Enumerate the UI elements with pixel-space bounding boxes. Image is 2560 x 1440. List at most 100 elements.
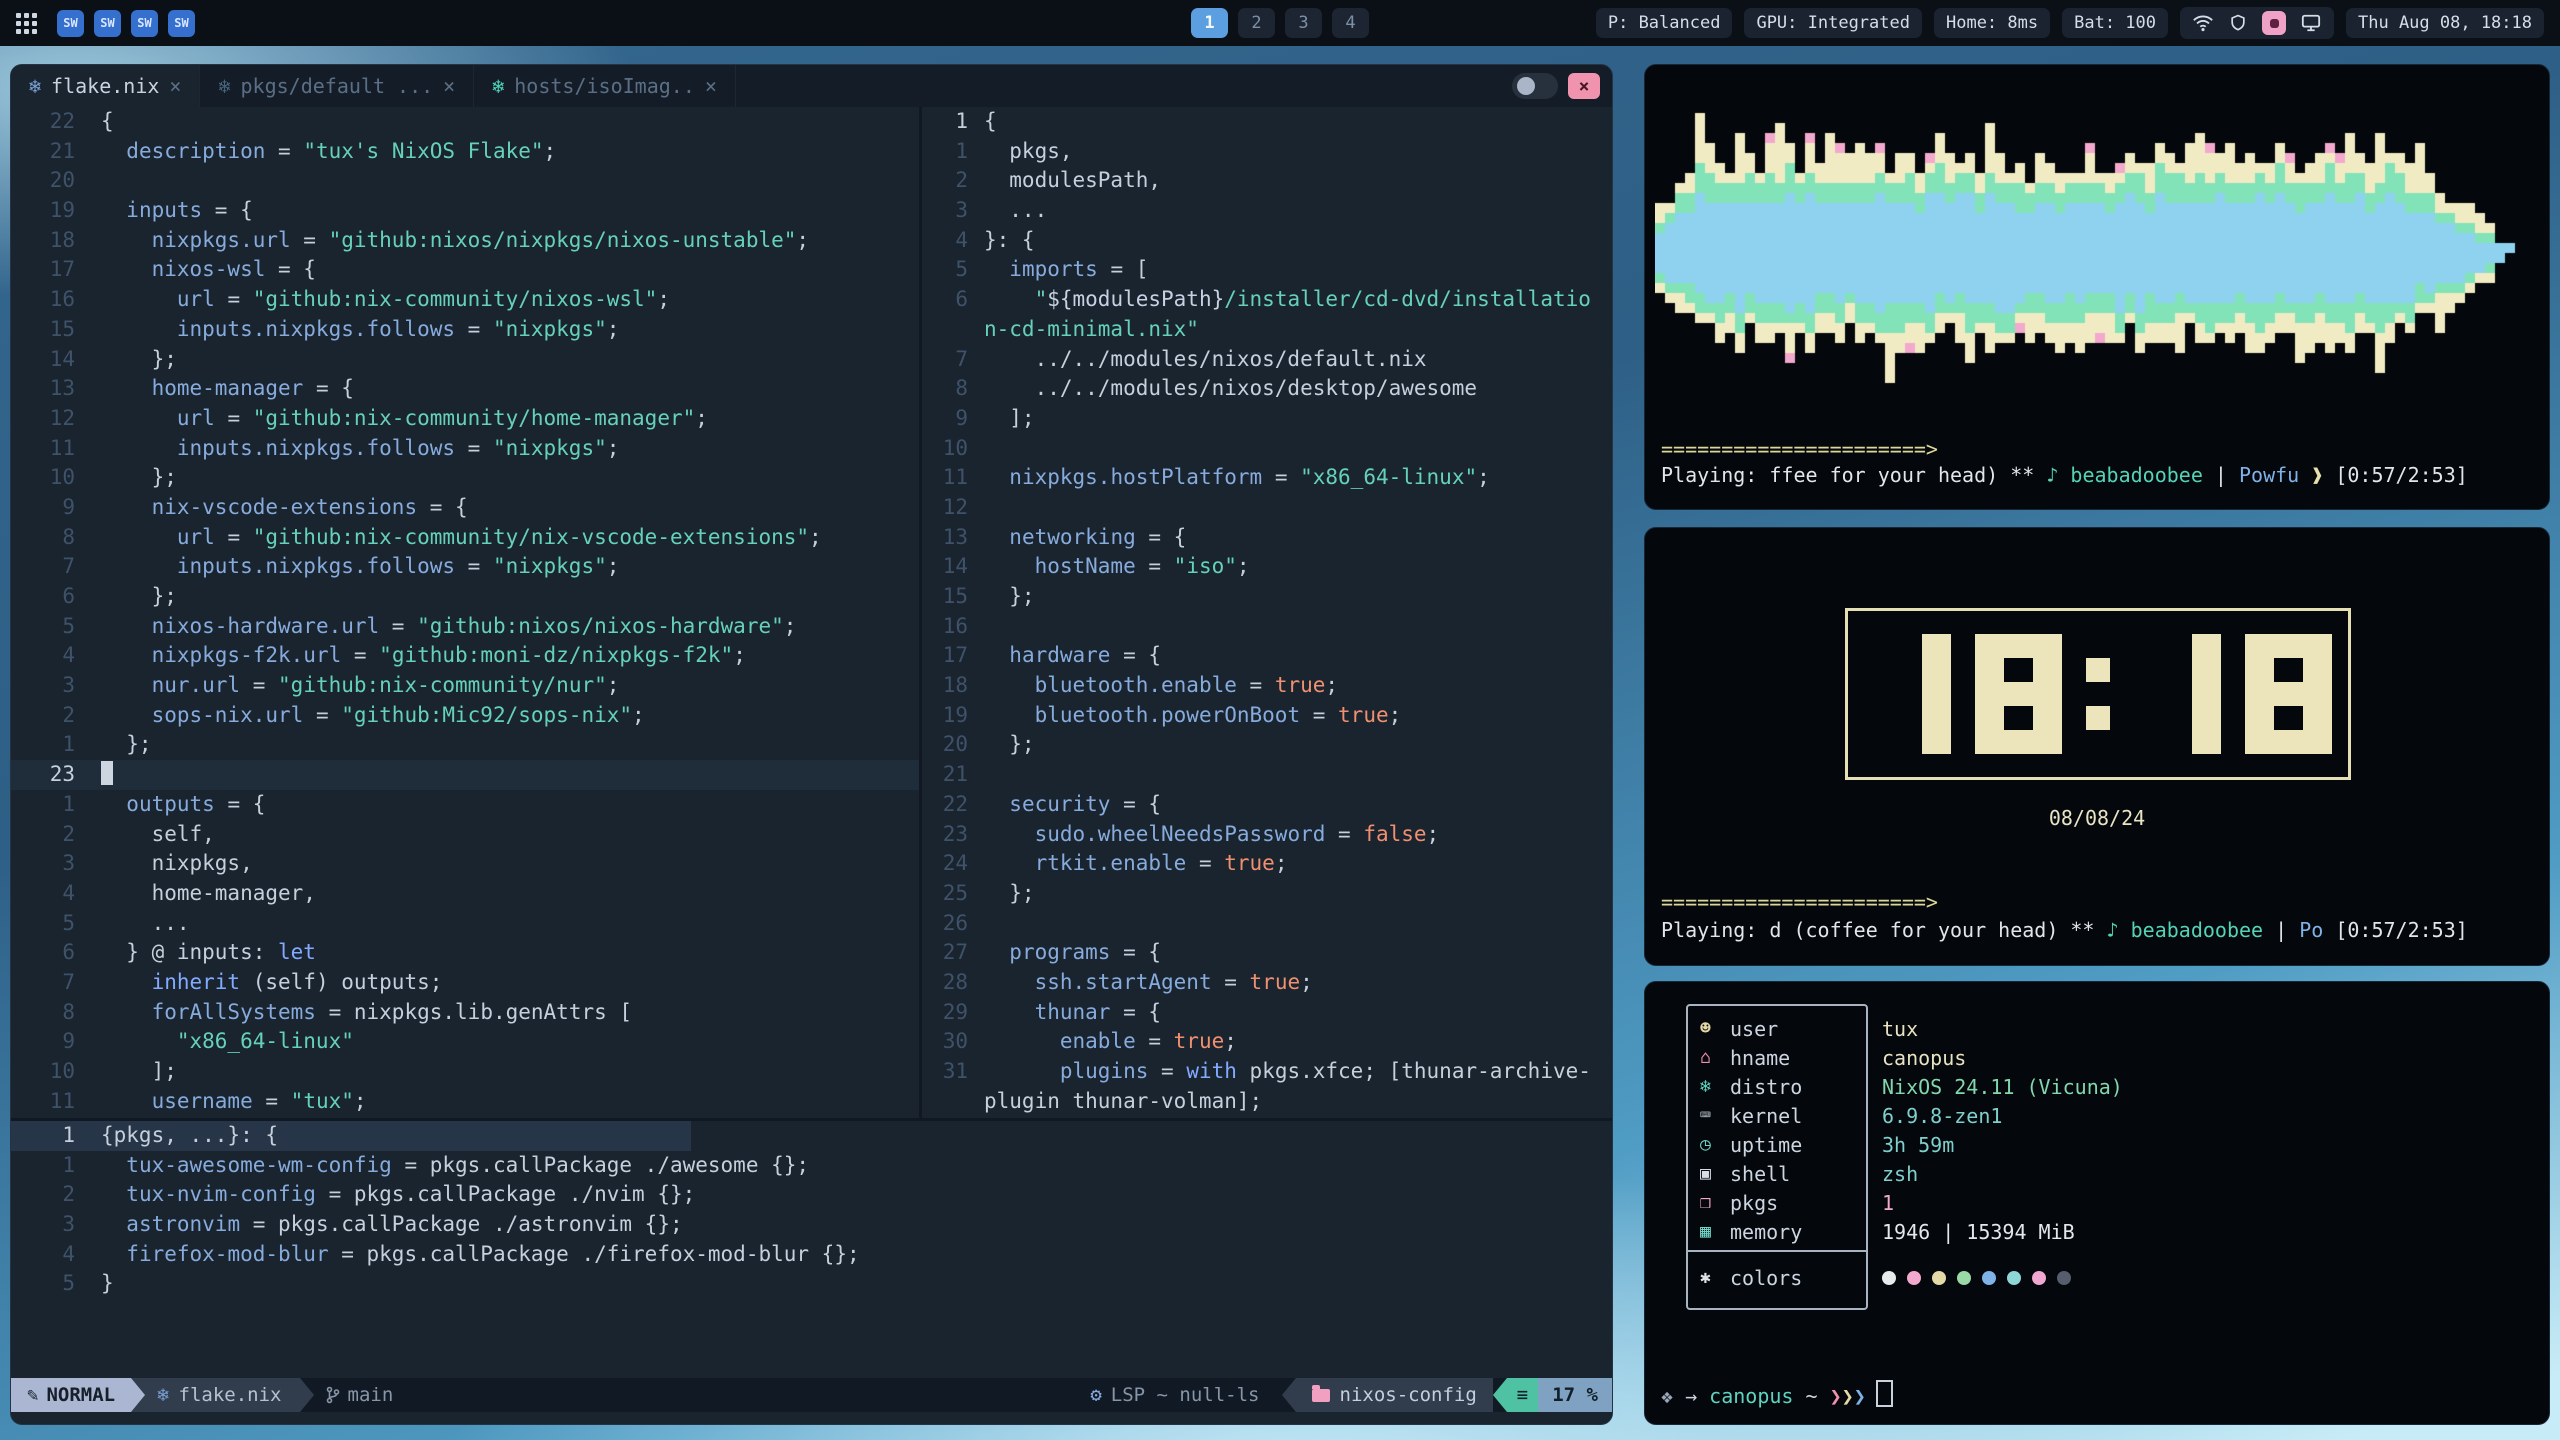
- line-number: 9: [922, 404, 984, 434]
- workspace-icon[interactable]: SW: [168, 10, 195, 37]
- iso-image-pane[interactable]: 1{1 pkgs,2 modulesPath,3 ...4}: {5 impor…: [922, 107, 1612, 1118]
- code-line: 1{: [922, 107, 1612, 137]
- nix-file-icon: ❄: [29, 74, 41, 98]
- now-playing-text: Playing: ffee for your head) ** ♪ beabad…: [1661, 463, 2541, 487]
- pkgs-default-pane[interactable]: 1{pkgs, ...}: {1 tux-awesome-wm-config =…: [11, 1121, 1612, 1378]
- fetch-value: NixOS 24.11 (Vicuna): [1882, 1075, 2123, 1099]
- text-segment: ♪: [2046, 463, 2070, 487]
- line-number: 16: [11, 285, 101, 315]
- pencil-icon: ✎: [27, 1384, 38, 1406]
- code-line: 1 outputs = {: [11, 790, 919, 820]
- tab-close-icon[interactable]: ×: [705, 74, 717, 98]
- statusline-file: ❄ flake.nix: [131, 1378, 299, 1412]
- clock-digit: [2134, 634, 2221, 754]
- code-line: 13 home-manager = {: [11, 374, 919, 404]
- clock-card: 08/08/24 ======================> Playing…: [1644, 527, 2550, 966]
- code-line: 12: [922, 493, 1612, 523]
- line-number: 3: [11, 849, 101, 879]
- line-number: 13: [922, 523, 984, 553]
- fetch-row: ▦memory1946 | 15394 MiB: [1700, 1217, 2075, 1246]
- terminal-color-dots: [1882, 1271, 2071, 1285]
- prompt-cursor: [1876, 1380, 1893, 1407]
- shield-icon[interactable]: [2228, 13, 2248, 33]
- tab-close-icon[interactable]: ×: [443, 74, 455, 98]
- color-dot: [1907, 1271, 1921, 1285]
- text-segment: beabadoobee: [2131, 918, 2263, 942]
- tab-label: hosts/isoImag..: [514, 74, 695, 98]
- line-number: 28: [922, 968, 984, 998]
- prompt-segment: ❯: [1842, 1384, 1854, 1408]
- fetch-row: ⌨kernel6.9.8-zen1: [1700, 1101, 2002, 1130]
- code-line: 9 ];: [922, 404, 1612, 434]
- editor-tab[interactable]: ❄hosts/isoImag..×: [474, 65, 736, 107]
- line-number: 17: [922, 641, 984, 671]
- line-number: 17: [11, 255, 101, 285]
- code-line: 5 ...: [11, 909, 919, 939]
- workspace-icon[interactable]: SW: [94, 10, 121, 37]
- window-close-button[interactable]: ×: [1568, 73, 1600, 99]
- fetch-label: pkgs: [1730, 1191, 1834, 1215]
- fetch-value: zsh: [1882, 1162, 1918, 1186]
- tag-button[interactable]: 1: [1191, 8, 1228, 38]
- fetch-label: hname: [1730, 1046, 1834, 1070]
- editor-window: ❄flake.nix×❄pkgs/default ...× ❄ hosts/isoI…: [10, 64, 1613, 1425]
- code-line: 31 plugins = with pkgs.xfce; [thunar-arc…: [922, 1057, 1612, 1087]
- fetch-label: distro: [1730, 1075, 1834, 1099]
- text-segment: Playing: ffee for your head) **: [1661, 463, 2046, 487]
- code-line: 2 self,: [11, 820, 919, 850]
- code-line: 1{pkgs, ...}: {: [11, 1121, 1612, 1151]
- code-line: 5 nixos-hardware.url = "github:nixos/nix…: [11, 612, 919, 642]
- display-icon[interactable]: [2300, 13, 2322, 33]
- code-line: plugin thunar-volman];: [922, 1087, 1612, 1117]
- tab-close-icon[interactable]: ×: [169, 74, 181, 98]
- code-line: 19 inputs = {: [11, 196, 919, 226]
- workspace-icons: SW SW SW SW: [57, 10, 195, 37]
- line-number: 2: [11, 820, 101, 850]
- editor-tab[interactable]: ❄pkgs/default ...×: [200, 65, 474, 107]
- shell-prompt[interactable]: ❖ → canopus ~ ❯❯❯: [1661, 1380, 1893, 1408]
- tag-button[interactable]: 4: [1332, 8, 1369, 38]
- clock-digit: [2086, 634, 2110, 754]
- editor-tab[interactable]: ❄flake.nix×: [11, 65, 200, 107]
- line-number: 29: [922, 998, 984, 1028]
- screenshot-icon[interactable]: [2262, 11, 2286, 35]
- code-line: 10 ];: [11, 1057, 919, 1087]
- fetch-row: ❄distroNixOS 24.11 (Vicuna): [1700, 1072, 2123, 1101]
- code-line: 13 networking = {: [922, 523, 1612, 553]
- clock-digit: [2245, 634, 2332, 754]
- code-line: 22{: [11, 107, 919, 137]
- code-line: 22 security = {: [922, 790, 1612, 820]
- mode-indicator: ✎ NORMAL: [11, 1378, 131, 1412]
- flake-nix-pane[interactable]: 22{21 description = "tux's NixOS Flake";…: [11, 107, 919, 1118]
- code-line: 12 url = "github:nix-community/home-mana…: [11, 404, 919, 434]
- code-line: 23: [11, 760, 919, 790]
- code-line: 24 rtkit.enable = true;: [922, 849, 1612, 879]
- line-number: 19: [922, 701, 984, 731]
- fetch-label: kernel: [1730, 1104, 1834, 1128]
- line-number: 1: [11, 730, 101, 760]
- line-number: 4: [11, 1240, 101, 1270]
- line-number: 10: [11, 463, 101, 493]
- toggle-switch[interactable]: [1512, 73, 1558, 99]
- code-line: 27 programs = {: [922, 938, 1612, 968]
- workspace-icon[interactable]: SW: [57, 10, 84, 37]
- code-line: 28 ssh.startAgent = true;: [922, 968, 1612, 998]
- tag-button[interactable]: 3: [1285, 8, 1322, 38]
- color-dot: [1882, 1271, 1896, 1285]
- line-number: 1: [922, 137, 984, 167]
- code-line: 6 "${modulesPath}/installer/cd-dvd/insta…: [922, 285, 1612, 315]
- apps-grid-icon[interactable]: [16, 13, 37, 34]
- scroll-progress: ≡ 17 %: [1507, 1378, 1612, 1412]
- fetch-value: 1946 | 15394 MiB: [1882, 1220, 2075, 1244]
- fetch-value: 6.9.8-zen1: [1882, 1104, 2002, 1128]
- line-number: 18: [922, 671, 984, 701]
- workspace-icon[interactable]: SW: [131, 10, 158, 37]
- wifi-icon[interactable]: [2192, 12, 2214, 34]
- fetch-card: ☻usertux⌂hnamecanopus❄distroNixOS 24.11 …: [1644, 981, 2550, 1425]
- text-segment: [0:57/2:53]: [2335, 463, 2467, 487]
- mode-label: NORMAL: [46, 1384, 115, 1406]
- tag-list: 1234: [1191, 8, 1369, 38]
- tag-button[interactable]: 2: [1238, 8, 1275, 38]
- line-number: 22: [922, 790, 984, 820]
- code-line: 10: [922, 434, 1612, 464]
